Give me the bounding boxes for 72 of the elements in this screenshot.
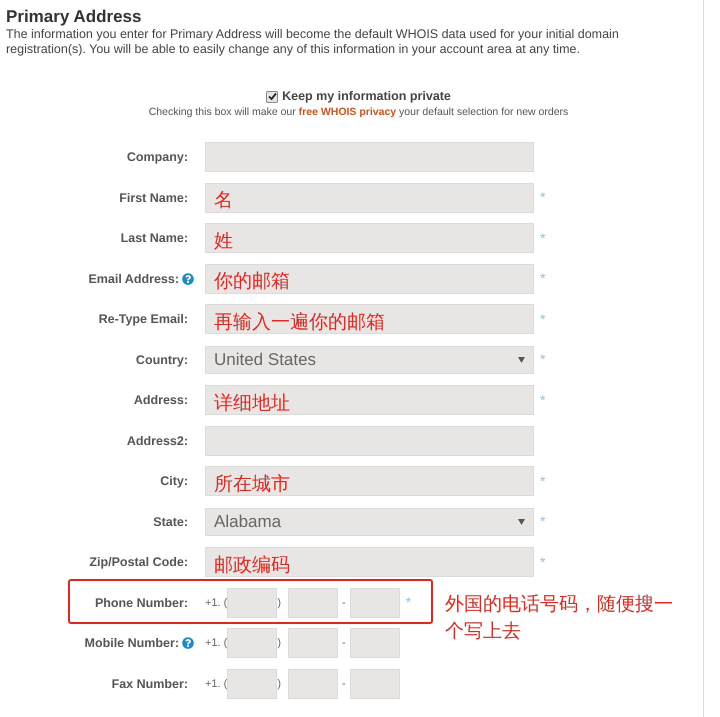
annotation-note: 外国的电话号码，随便搜一 bbox=[445, 592, 673, 617]
field-label: Company: bbox=[126, 149, 188, 166]
help-icon[interactable] bbox=[182, 272, 194, 285]
required-mark: * bbox=[540, 350, 546, 370]
annotation-text: 邮政编码 bbox=[214, 552, 290, 575]
field-label: Zip/Postal Code: bbox=[89, 554, 188, 571]
field-label: Phone Number: bbox=[94, 594, 188, 612]
field-label: Country: bbox=[136, 352, 188, 369]
dash-text: - bbox=[342, 596, 346, 611]
phone-input[interactable] bbox=[350, 628, 400, 658]
paren-text: ) bbox=[277, 676, 281, 692]
input-field[interactable]: 再输入一遍你的邮箱 bbox=[205, 304, 534, 334]
phone-input[interactable] bbox=[350, 588, 400, 618]
caret-icon bbox=[518, 518, 525, 525]
annotation-note: 个写上去 bbox=[445, 618, 522, 644]
paren-text: ) bbox=[277, 596, 281, 611]
section-title: Primary Address bbox=[6, 6, 142, 28]
input-field[interactable]: 姓 bbox=[205, 223, 534, 254]
input-field[interactable]: 详细地址 bbox=[205, 385, 534, 416]
privacy-note: Checking this box will make our free WHOIS privacy your default selection for new orders bbox=[148, 106, 568, 120]
help-icon[interactable] bbox=[182, 637, 194, 650]
privacy-link[interactable]: free WHOIS privacy bbox=[298, 106, 396, 118]
field-label: State: bbox=[153, 514, 188, 530]
annotation-text: 所在城市 bbox=[214, 472, 290, 494]
field-label: City: bbox=[160, 473, 188, 490]
phone-input[interactable] bbox=[350, 668, 400, 699]
input-field[interactable] bbox=[205, 142, 534, 172]
dash-text: - bbox=[342, 676, 346, 692]
required-mark: * bbox=[540, 552, 546, 572]
paren-text: ) bbox=[277, 636, 281, 652]
required-mark: * bbox=[540, 472, 546, 491]
phone-input[interactable] bbox=[288, 588, 338, 618]
prefix-text: +1. ( bbox=[205, 596, 228, 611]
caret-icon bbox=[518, 356, 525, 363]
required-mark: * bbox=[540, 310, 546, 329]
required-mark: * bbox=[540, 390, 546, 410]
annotation-text: 详细地址 bbox=[214, 390, 290, 413]
field-label: First Name: bbox=[119, 190, 188, 206]
required-mark: * bbox=[540, 188, 546, 208]
privacy-checkbox[interactable] bbox=[266, 90, 278, 103]
input-field[interactable]: 你的邮箱 bbox=[205, 264, 534, 294]
annotation-text: 名 bbox=[214, 188, 233, 210]
input-field[interactable]: 名 bbox=[205, 182, 534, 213]
phone-input[interactable] bbox=[288, 668, 338, 699]
prefix-text: +1. ( bbox=[205, 676, 228, 692]
input-field[interactable] bbox=[205, 426, 534, 456]
field-label: Fax Number: bbox=[112, 676, 188, 692]
annotation-text: 你的邮箱 bbox=[214, 269, 290, 292]
field-label: Mobile Number: bbox=[84, 635, 179, 652]
annotation-text: 再输入一遍你的邮箱 bbox=[214, 310, 385, 332]
input-field[interactable]: 邮政编码 bbox=[205, 547, 534, 578]
intro-text: The information you enter for Primary Address will become the default WHOIS data used for your initial domain registration(s). You will be able to easily change any of this information in your account area at any time. bbox=[6, 27, 620, 58]
phone-input[interactable] bbox=[288, 628, 338, 658]
prefix-text: +1. ( bbox=[205, 636, 228, 652]
field-label: Last Name: bbox=[120, 230, 188, 247]
required-mark: * bbox=[540, 512, 546, 532]
input-field[interactable]: 所在城市 bbox=[205, 466, 534, 496]
phone-input[interactable] bbox=[227, 628, 278, 658]
select-field[interactable]: United States bbox=[205, 346, 534, 374]
required-mark: * bbox=[540, 269, 546, 288]
field-label: Address2: bbox=[126, 432, 188, 450]
privacy-label: Keep my information private bbox=[282, 88, 451, 106]
phone-input[interactable] bbox=[227, 668, 278, 699]
field-label: Email Address: bbox=[88, 270, 179, 288]
dash-text: - bbox=[342, 636, 346, 652]
phone-input[interactable] bbox=[227, 588, 278, 618]
required-mark: * bbox=[406, 593, 412, 612]
field-label: Re-Type Email: bbox=[98, 311, 188, 328]
field-label: Address: bbox=[134, 392, 188, 409]
required-mark: * bbox=[540, 228, 546, 248]
annotation-text: 姓 bbox=[214, 228, 233, 251]
select-field[interactable]: Alabama bbox=[205, 508, 534, 536]
